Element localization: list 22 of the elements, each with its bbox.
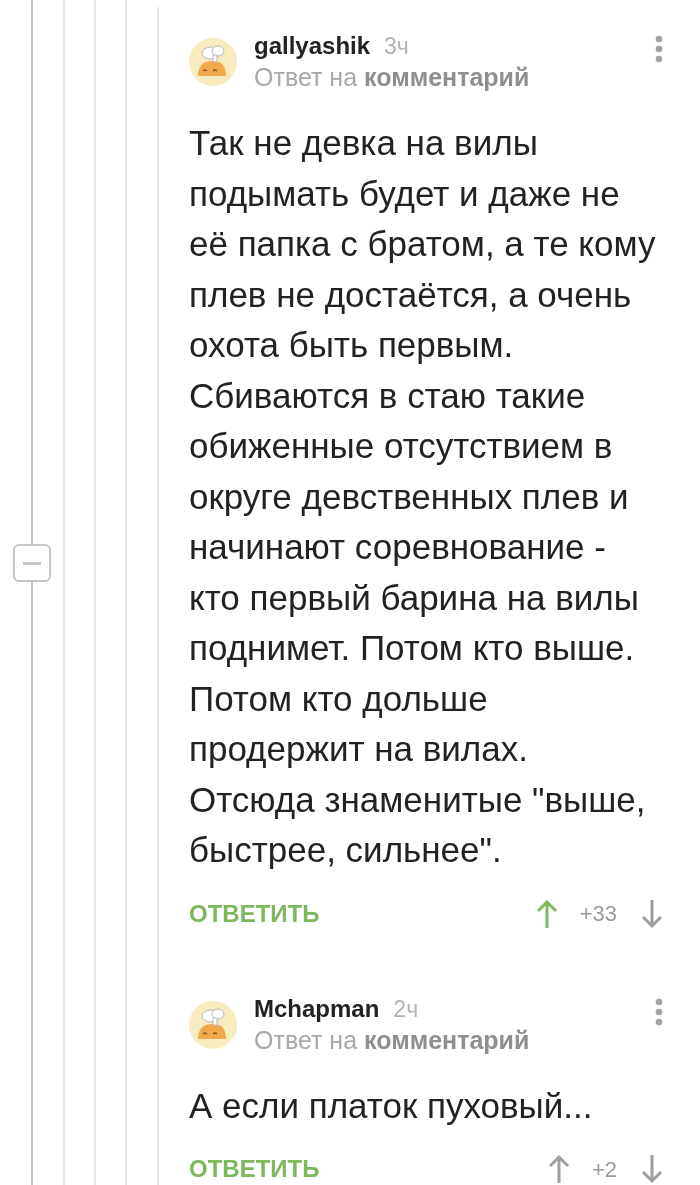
reply-button[interactable]: ОТВЕТИТЬ: [189, 898, 320, 929]
comment-time: 2ч: [393, 994, 419, 1024]
reply-to-link[interactable]: Ответ на комментарий: [254, 61, 530, 93]
comment-text: Так не девка на вилы подымать будет и даже не её папка с братом, а те кому плев не достаётся, а очень охота быть первым. Сбиваются в стаю такие обиженные отсутствием в округе девственных плев и начинают соревнование - кто первый барина на вилы поднимет. Потом кто выше. Потом кто дольше продержит на вилах. Отсюда знаменитые "выше, быстрее, сильнее".: [189, 122, 657, 871]
rating-count: +33: [579, 900, 617, 928]
rating-count: +2: [591, 1155, 617, 1184]
upvote-arrow-icon[interactable]: [535, 898, 558, 929]
collapse-button[interactable]: [13, 544, 51, 582]
minus-icon: [23, 561, 41, 565]
username[interactable]: gallyashik: [254, 31, 371, 61]
avatar-icon: [189, 38, 237, 86]
avatar-icon: [189, 1000, 237, 1049]
reply-button[interactable]: ОТВЕТИТЬ: [189, 1154, 320, 1184]
more-options-icon[interactable]: [655, 35, 663, 63]
comment-text: А если платок пуховый...: [189, 1084, 594, 1127]
reply-to-link[interactable]: Ответ на комментарий: [254, 1023, 530, 1056]
more-options-icon[interactable]: [655, 997, 663, 1026]
upvote-arrow-icon[interactable]: [547, 1154, 570, 1184]
username[interactable]: Mchapman: [254, 993, 380, 1024]
comment-time: 3ч: [384, 32, 409, 61]
downvote-arrow-icon[interactable]: [641, 1154, 663, 1184]
downvote-arrow-icon[interactable]: [641, 898, 663, 929]
